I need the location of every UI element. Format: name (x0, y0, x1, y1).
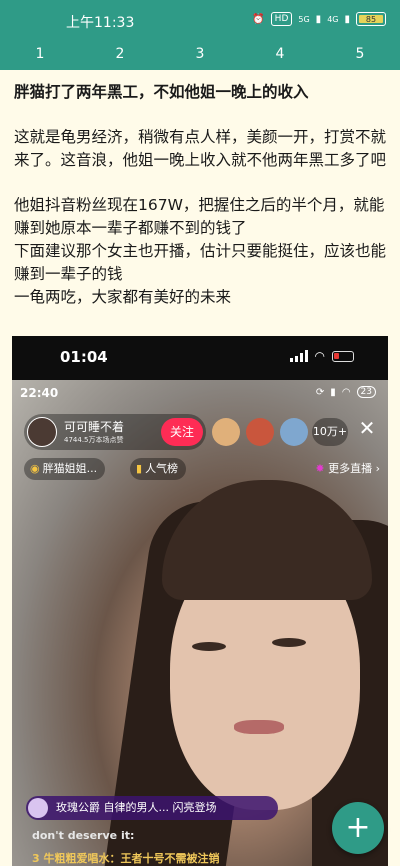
comment: 3 牛粗粗爱唱水：王者十号不需被注销 (32, 852, 220, 865)
article-title: 胖猫打了两年黑工，不如他姐一晚上的收入 (14, 83, 309, 101)
tab-bar: 1 2 3 4 5 (0, 40, 400, 70)
sync-icon: ⟳ (315, 386, 325, 398)
ios-time: 01:04 (60, 348, 108, 366)
ios-status-bar: 01:04 ◠ (12, 336, 388, 380)
article-paragraph: 一龟两吃，大家都有美好的未来 (14, 288, 232, 306)
viewer-avatar[interactable] (246, 418, 274, 446)
sparkle-icon: ✸ (315, 462, 329, 475)
host-card[interactable]: 可可睡不着 4744.5万本场点赞 关注 (24, 414, 206, 450)
battery-level: 85 (359, 15, 383, 24)
follow-button[interactable]: 关注 (161, 418, 203, 446)
live-time: 22:40 (20, 386, 59, 400)
viewer-avatar[interactable] (280, 418, 308, 446)
status-bar: 上午11:33 ⏰ HD 5G ▮ 4G ▮ 85 (0, 0, 400, 40)
network-5g: 5G (298, 14, 310, 24)
more-live-link[interactable]: ✸ 更多直播 › (315, 458, 380, 480)
eye (192, 642, 226, 651)
chart-icon: ▮ (136, 462, 143, 475)
tab-4[interactable]: 4 (240, 40, 320, 70)
article: 胖猫打了两年黑工，不如他姐一晚上的收入 这就是龟男经济，稍微有点人样，美颜一开，… (14, 80, 392, 309)
embedded-screenshot[interactable]: 01:04 ◠ 22:40 ⟳ ▮ ◠ 23 可可睡不着 4744.5万本场点赞 (12, 336, 388, 866)
status-icons: ⏰ HD 5G ▮ 4G ▮ 85 (252, 12, 386, 26)
wifi-icon: ◠ (341, 386, 351, 398)
host-name: 可可睡不着 (64, 420, 125, 434)
battery-icon: 85 (356, 12, 386, 26)
banner-avatar (28, 798, 48, 818)
signal-icon: ▮ (344, 13, 350, 25)
tab-5[interactable]: 5 (320, 40, 400, 70)
viewer-avatar[interactable] (212, 418, 240, 446)
fan-club-chip[interactable]: ◉ 胖猫姐姐... (24, 458, 106, 480)
network-4g: 4G (327, 14, 339, 24)
tab-3[interactable]: 3 (160, 40, 240, 70)
host-avatar[interactable] (27, 417, 57, 447)
plus-icon: + (345, 810, 371, 845)
hd-badge: HD (270, 12, 293, 26)
live-battery: 23 (356, 386, 376, 398)
signal-icon: ▮ (315, 13, 322, 25)
close-icon[interactable]: ✕ (352, 416, 382, 440)
signal-icon (289, 350, 308, 362)
eye (272, 638, 306, 647)
article-paragraph: 他姐抖音粉丝现在167W，把握住之后的半个月，就能赚到她原本一辈子都赚不到的钱了 (14, 196, 385, 237)
battery-low-icon (332, 350, 354, 362)
status-time: 上午11:33 (66, 15, 135, 31)
viewer-count[interactable]: 10万+ (312, 418, 348, 446)
add-button[interactable]: + (332, 802, 384, 854)
livestream-frame: 22:40 ⟳ ▮ ◠ 23 可可睡不着 4744.5万本场点赞 关注 10万+… (12, 380, 388, 866)
popularity-chip[interactable]: ▮ 人气榜 (130, 458, 187, 480)
tab-1[interactable]: 1 (0, 40, 80, 70)
entrance-banner: 玫瑰公爵 自律的男人... 闪亮登场 (26, 796, 278, 820)
alarm-icon: ⏰ (252, 13, 265, 25)
live-status-bar: 22:40 ⟳ ▮ ◠ 23 (12, 380, 388, 408)
tab-2[interactable]: 2 (80, 40, 160, 70)
article-paragraph: 下面建议那个女主也开播，估计只要能挺住，应该也能赚到一辈子的钱 (14, 242, 387, 283)
fan-icon: ◉ (30, 462, 40, 475)
comment: don't deserve it: (32, 829, 135, 842)
signal-icon: ▮ (330, 386, 336, 398)
article-paragraph: 这就是龟男经济，稍微有点人样，美颜一开，打赏不就来了。这音浪，他姐一晚上收入就不… (14, 128, 387, 169)
wifi-icon: ◠ (314, 349, 325, 363)
host-likes: 4744.5万本场点赞 (64, 436, 124, 444)
lips (234, 720, 284, 734)
